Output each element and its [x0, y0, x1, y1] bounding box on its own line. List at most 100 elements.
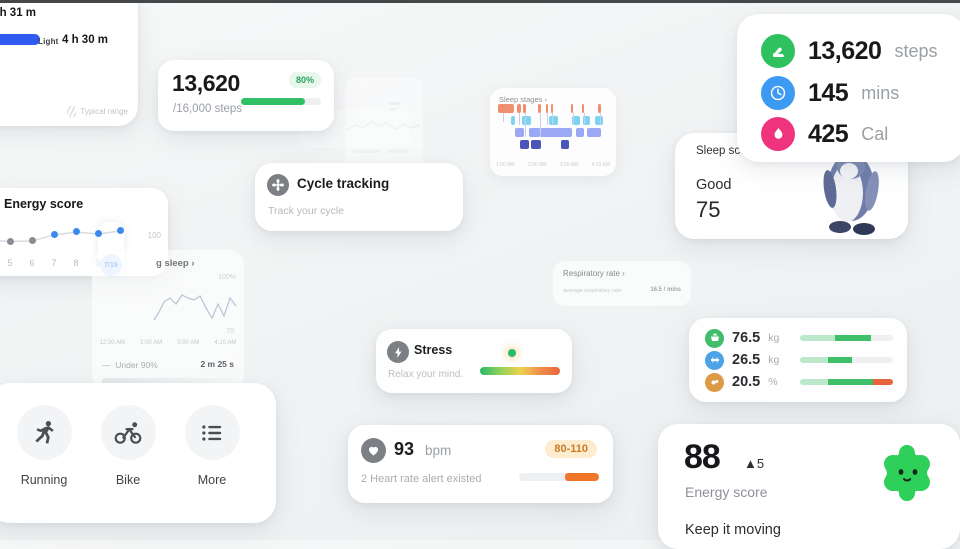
hypno-segment-awake	[523, 104, 526, 113]
bike-icon	[100, 405, 156, 460]
body-weight-value: 76.5	[732, 330, 761, 346]
during-sleep-title: g sleep ›	[156, 258, 195, 269]
sleep-score-value: 75	[696, 197, 721, 222]
hypno-segment-awake	[582, 104, 584, 113]
clock-icon	[761, 76, 795, 110]
summary-steps-value: 13,620	[808, 36, 882, 65]
workout-item-bike[interactable]: Bike	[92, 405, 164, 487]
heart-rate-track	[519, 473, 599, 481]
sleep-stages-card[interactable]: Sleep stages › 1:00 AM 2:00 AM 3:00 AM 4…	[490, 88, 616, 176]
spo2-x-axis: 12:30 AM 2:00 AM 5:00 AM 4:10 AM	[92, 340, 244, 346]
heart-rate-fill	[565, 473, 599, 481]
stress-card[interactable]: Stress Relax your mind.	[376, 329, 572, 393]
workout-shortcuts-card[interactable]: Running Bike More	[0, 383, 276, 523]
heart-rate-unit: bpm	[425, 443, 452, 458]
list-icon	[184, 405, 240, 460]
body-muscle-track	[800, 357, 893, 363]
heart-rate-card[interactable]: 93 bpm 2 Heart rate alert existed 80-110	[348, 425, 613, 503]
stress-title: Stress	[414, 343, 453, 357]
workout-item-more[interactable]: More	[176, 405, 248, 487]
sleep-bar-light-right	[0, 34, 40, 45]
energy-tick-6: 6	[29, 258, 35, 268]
respiratory-value: 16.5 / mins	[650, 287, 681, 293]
energy-point-3	[51, 231, 58, 238]
steps-card[interactable]: 13,620 /16,000 steps 80%	[158, 60, 334, 131]
summary-mins-value: 145	[808, 78, 849, 107]
summary-row-cal[interactable]: 425 Cal	[761, 117, 888, 151]
steps-percent-badge: 80%	[288, 72, 321, 88]
hypno-segment-deep	[561, 140, 569, 149]
energy-score-label: Energy score	[685, 484, 768, 500]
during-sleep-card[interactable]: g sleep › 100% 70 12:30 AM 2:00 AM 5:00 …	[92, 250, 244, 390]
hypno-segment-light	[515, 128, 524, 137]
workout-label-more: More	[197, 473, 227, 487]
hypno-connector	[519, 113, 521, 125]
typical-range-label: Typical range	[80, 107, 128, 116]
summary-row-mins[interactable]: 145 mins	[761, 76, 899, 110]
green-blob-mascot-icon	[876, 442, 938, 504]
respiratory-subtitle: average respiratory rate	[563, 288, 622, 294]
summary-popover[interactable]: 13,620 steps 145 mins 425 Cal	[737, 14, 960, 162]
spo2-tick-2: 5:00 AM	[177, 340, 200, 346]
steps-progress-fill	[241, 98, 305, 105]
energy-point-1	[7, 238, 14, 245]
hypno-segment-rem	[522, 116, 531, 125]
hypno-segment-awake	[551, 104, 553, 113]
body-row-muscle[interactable]: 26.5 kg	[705, 349, 779, 371]
bolt-icon	[387, 341, 409, 363]
energy-chart-title: Energy score	[4, 197, 84, 211]
sleep-stage-rem-duration: 2 h 31 m	[0, 7, 37, 19]
body-row-fat[interactable]: 20.5 %	[705, 371, 778, 393]
hypno-segment-awake	[498, 104, 514, 113]
cycle-tracking-card[interactable]: Cycle tracking Track your cycle	[255, 163, 463, 231]
sleep-score-quality: Good	[696, 177, 732, 193]
hypno-segment-awake	[571, 104, 573, 113]
summary-row-steps[interactable]: 13,620 steps	[761, 34, 938, 68]
summary-steps-unit: steps	[894, 40, 938, 61]
workout-item-running[interactable]: Running	[8, 405, 80, 487]
body-fat-track	[800, 379, 893, 385]
hypnogram-x-axis: 1:00 AM 2:00 AM 3:00 AM 4:10 AM	[496, 162, 610, 168]
stress-subtitle: Relax your mind.	[388, 369, 464, 380]
hypno-tick-2: 3:00 AM	[559, 162, 579, 168]
sleep-stage-card[interactable]: m REM 2 h 31 m Light 4 h 30 m 55 m Typic…	[0, 0, 138, 126]
hypno-segment-rem	[595, 116, 603, 125]
summary-cal-unit: Cal	[861, 123, 889, 144]
sleep-stages-title: Sleep stages ›	[499, 95, 547, 104]
energy-score-card[interactable]: 88 ▲5 Energy score Keep it moving	[658, 424, 960, 549]
sleep-stage-legend: Typical range	[67, 106, 128, 117]
energy-line-path	[0, 230, 121, 243]
body-muscle-fill	[827, 357, 853, 363]
typical-range-swatch-icon	[67, 106, 77, 117]
flame-icon	[761, 117, 795, 151]
heart-rate-value: 93	[394, 439, 415, 459]
flower-icon	[267, 174, 289, 196]
spo2-under90-label: — Under 90%	[102, 360, 158, 370]
stress-marker-dot	[508, 349, 516, 357]
respiratory-rate-card[interactable]: Respiratory rate › average respiratory r…	[553, 261, 691, 306]
hypno-segment-awake	[517, 104, 521, 113]
respiratory-title: Respiratory rate ›	[563, 269, 625, 278]
hypno-segment-deep	[520, 140, 529, 149]
weight-icon	[705, 328, 724, 348]
body-weight-fill	[835, 335, 871, 341]
body-fat-value: 20.5	[732, 374, 761, 390]
energy-point-2	[29, 237, 36, 244]
body-weight-track	[800, 335, 893, 341]
fat-icon	[705, 372, 724, 392]
energy-score-value: 88	[684, 438, 721, 476]
running-icon	[16, 405, 72, 460]
hypno-segment-rem	[549, 116, 558, 125]
top-edge-strip	[0, 0, 960, 3]
hypno-segment-deep	[531, 140, 541, 149]
energy-score-delta: ▲5	[744, 456, 765, 471]
workout-label-bike: Bike	[115, 473, 141, 487]
body-fat-fill	[827, 379, 873, 385]
body-row-weight[interactable]: 76.5 kg	[705, 327, 779, 349]
muscle-icon	[705, 350, 724, 370]
shoe-icon	[761, 34, 795, 68]
body-composition-card[interactable]: 76.5 kg 26.5 kg 20.5 %	[689, 318, 907, 402]
body-muscle-value: 26.5	[732, 352, 761, 368]
spo2-tick-3: 4:10 AM	[214, 340, 237, 346]
hypno-segment-awake	[546, 104, 548, 113]
